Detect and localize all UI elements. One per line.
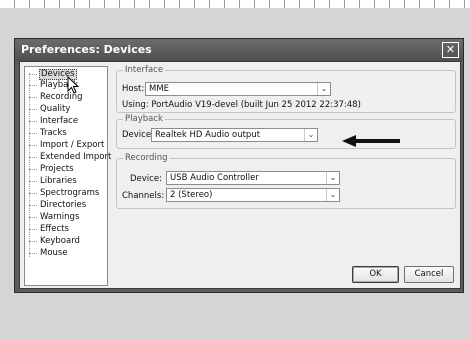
left-arrow-icon (342, 135, 400, 147)
recording-legend: Recording (123, 153, 170, 163)
window-title: Preferences: Devices (21, 43, 152, 56)
dialog-client-area: Devices Playback Recording Quality Inter… (19, 61, 461, 289)
host-value: MME (149, 84, 170, 94)
playback-legend: Playback (123, 114, 165, 124)
host-select[interactable]: MME ⌄ (145, 82, 331, 96)
tree-item-label: Effects (40, 224, 69, 234)
channels-select[interactable]: 2 (Stereo) ⌄ (166, 188, 340, 202)
playback-device-select[interactable]: Realtek HD Audio output ⌄ (151, 128, 318, 142)
playback-device-value: Realtek HD Audio output (155, 130, 261, 140)
interface-legend: Interface (123, 65, 166, 75)
tree-item-label: Keyboard (40, 236, 80, 246)
tree-item-label: Projects (40, 164, 74, 174)
tree-item-label: Import / Export (40, 140, 105, 150)
cancel-button[interactable]: Cancel (404, 266, 454, 283)
preferences-window: Preferences: Devices ✕ Devices Playback … (14, 38, 464, 293)
tree-item-label: Libraries (40, 176, 77, 186)
tree-item-label: Directories (40, 200, 87, 210)
category-tree: Devices Playback Recording Quality Inter… (24, 66, 111, 286)
chevron-down-icon[interactable]: ⌄ (304, 129, 317, 141)
tree-item-label: Mouse (40, 248, 68, 258)
ok-button[interactable]: OK (352, 266, 399, 283)
playback-device-label: Device: (122, 130, 154, 140)
chevron-down-icon[interactable]: ⌄ (326, 189, 339, 201)
chevron-down-icon[interactable]: ⌄ (326, 172, 339, 184)
channels-value: 2 (Stereo) (170, 190, 213, 200)
tree-item-label: Quality (40, 104, 71, 114)
tree-item-label: Interface (40, 116, 79, 126)
recording-device-value: USB Audio Controller (170, 173, 259, 183)
channels-label: Channels: (122, 191, 165, 201)
close-icon[interactable]: ✕ (442, 42, 459, 58)
arrow-pointer-icon (67, 76, 80, 94)
chevron-down-icon[interactable]: ⌄ (317, 83, 330, 95)
host-label: Host: (122, 84, 145, 94)
tree-item-label: Extended Import (40, 152, 112, 162)
tree-item-label: Spectrograms (40, 188, 100, 198)
title-bar[interactable]: Preferences: Devices ✕ (15, 39, 463, 61)
playback-group: Playback Device: Realtek HD Audio output… (116, 114, 456, 149)
using-text: Using: PortAudio V19-devel (built Jun 25… (122, 100, 361, 110)
tree-item-label: Warnings (40, 212, 80, 222)
top-ruler-strip (0, 0, 470, 8)
tree-item-label: Tracks (40, 128, 67, 138)
interface-group: Interface Host: MME ⌄ Using: PortAudio V… (116, 65, 456, 113)
recording-group: Recording Device: USB Audio Controller ⌄… (116, 153, 456, 209)
recording-device-label: Device: (130, 174, 162, 184)
recording-device-select[interactable]: USB Audio Controller ⌄ (166, 171, 340, 185)
